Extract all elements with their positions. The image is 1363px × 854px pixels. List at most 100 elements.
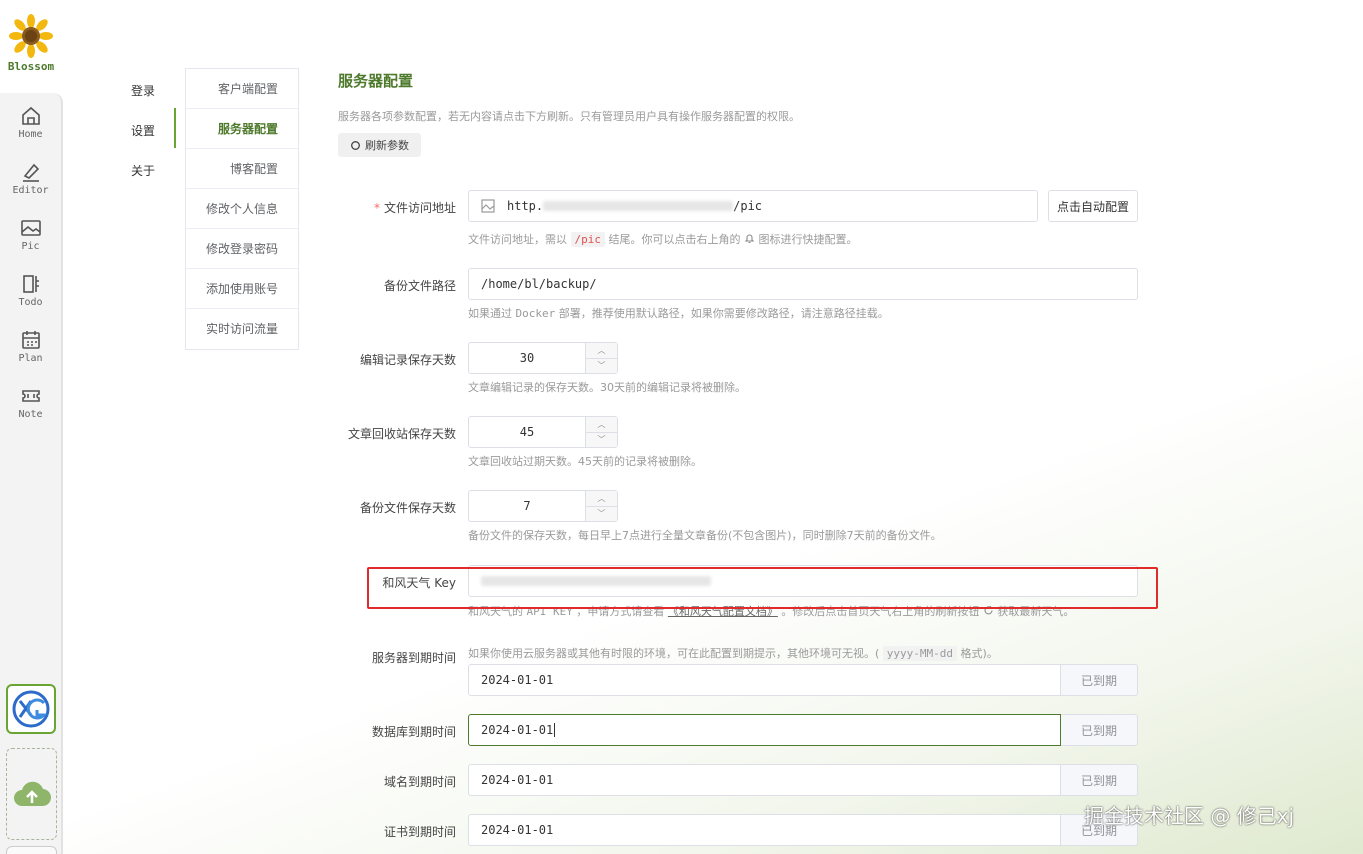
recycle-days-value[interactable]: 45: [469, 417, 585, 447]
nav-note-label: Note: [18, 409, 43, 420]
file-url-hint-code: /pic: [570, 232, 605, 247]
file-url-label: * 文件访问地址: [296, 199, 456, 216]
refresh-button[interactable]: 刷新参数: [338, 133, 421, 157]
decrement-icon[interactable]: ﹀: [586, 431, 617, 447]
edit-days-hint: 文章编辑记录的保存天数。30天前的编辑记录将被删除。: [468, 381, 746, 394]
category-active-indicator: [174, 108, 176, 148]
cert-expire-label: 证书到期时间: [383, 825, 456, 839]
server-expire-hint-b: 格式)。: [960, 647, 998, 660]
category-about[interactable]: 关于: [131, 162, 155, 179]
backup-path-hint-b: 部署，推荐使用默认路径，如果你需要修改路径，请注意路径挂载。: [558, 307, 889, 320]
server-expire-hint-code: yyyy-MM-dd: [882, 646, 958, 661]
backup-days-stepper[interactable]: 7 ︿ ﹀: [468, 490, 618, 522]
backup-path-label: 备份文件路径: [383, 279, 456, 293]
recycle-days-hint: 文章回收站过期天数。45天前的记录将被删除。: [468, 455, 702, 468]
nav-editor-label: Editor: [12, 185, 49, 196]
picture-icon: [20, 220, 41, 236]
cert-expire-input[interactable]: 2024-01-01: [468, 814, 1061, 846]
increment-icon[interactable]: ︿: [586, 491, 617, 506]
page-title: 服务器配置: [338, 72, 414, 90]
decrement-icon[interactable]: ﹀: [586, 505, 617, 521]
left-rail: Blossom Home Editor Pic Todo Plan Note: [0, 0, 64, 854]
backup-days-hint: 备份文件的保存天数，每日早上7点进行全量文章备份(不包含图片)，同时删除7天前的…: [468, 529, 942, 542]
category-settings[interactable]: 设置: [131, 122, 155, 139]
sunflower-icon: [9, 14, 53, 58]
nav-plan-label: Plan: [18, 353, 43, 364]
cert-expire-group: 2024-01-01 已到期: [468, 814, 1138, 846]
increment-icon[interactable]: ︿: [586, 343, 617, 358]
app-logo[interactable]: Blossom: [0, 14, 62, 73]
edit-days-stepper[interactable]: 30 ︿ ﹀: [468, 342, 618, 374]
increment-icon[interactable]: ︿: [586, 417, 617, 432]
domain-expire-group: 2024-01-01 已到期: [468, 764, 1138, 796]
required-mark: *: [373, 201, 380, 215]
backup-path-hint-a: 如果通过: [468, 307, 512, 320]
server-expire-hint-a: 如果你使用云服务器或其他有时限的环境，可在此配置到期提示，其他环境可无视。(: [468, 647, 880, 660]
highlight-annotation-box: [367, 567, 1158, 609]
submenu-edit-profile[interactable]: 修改个人信息: [186, 189, 298, 229]
nav-editor[interactable]: Editor: [0, 161, 61, 213]
backup-path-input[interactable]: /home/bl/backup/: [468, 268, 1138, 300]
nav-todo[interactable]: Todo: [0, 273, 61, 325]
page-description: 服务器各项参数配置，若无内容请点击下方刷新。只有管理员用户具有操作服务器配置的权…: [338, 110, 800, 123]
bell-icon: [744, 234, 755, 244]
file-url-hint-c: 图标进行快捷配置。: [758, 233, 858, 246]
nav-todo-label: Todo: [18, 297, 43, 308]
backup-days-value[interactable]: 7: [469, 491, 585, 521]
file-url-hint-a: 文件访问地址，需以: [468, 233, 567, 246]
db-expire-status: 已到期: [1061, 714, 1138, 746]
file-url-hint: 文件访问地址，需以 /pic 结尾。你可以点击右上角的 图标进行快捷配置。: [468, 231, 858, 247]
submenu-server-config[interactable]: 服务器配置: [186, 109, 298, 149]
image-icon: [481, 199, 495, 213]
edit-days-label: 编辑记录保存天数: [359, 353, 456, 367]
file-url-hint-b: 结尾。你可以点击右上角的: [608, 233, 741, 246]
rail-bottom-item[interactable]: [6, 846, 57, 854]
backup-days-label: 备份文件保存天数: [359, 501, 456, 515]
submenu-change-password[interactable]: 修改登录密码: [186, 229, 298, 269]
todo-icon: [22, 275, 39, 293]
redacted-host: [543, 201, 734, 211]
refresh-label: 刷新参数: [365, 140, 409, 152]
backup-path-hint: 如果通过 Docker 部署，推荐使用默认路径，如果你需要修改路径，请注意路径挂…: [468, 305, 889, 321]
submenu-add-account[interactable]: 添加使用账号: [186, 269, 298, 309]
ticket-icon: [21, 390, 40, 402]
db-expire-input[interactable]: 2024-01-01: [468, 714, 1061, 746]
nav-home[interactable]: Home: [0, 105, 61, 157]
file-url-input[interactable]: http. /pic: [468, 190, 1038, 222]
settings-submenu: 客户端配置 服务器配置 博客配置 修改个人信息 修改登录密码 添加使用账号 实时…: [185, 68, 299, 350]
calendar-icon: [21, 331, 40, 349]
db-expire-value: 2024-01-01: [481, 723, 554, 737]
app-name: Blossom: [7, 60, 55, 73]
server-expire-status: 已到期: [1061, 664, 1138, 696]
domain-expire-input[interactable]: 2024-01-01: [468, 764, 1061, 796]
server-expire-group: 2024-01-01 已到期: [468, 664, 1138, 696]
avatar-logo-icon: [12, 690, 50, 728]
file-url-label-text: 文件访问地址: [383, 201, 456, 215]
domain-expire-label: 域名到期时间: [383, 775, 456, 789]
db-expire-label: 数据库到期时间: [371, 725, 456, 739]
server-expire-input[interactable]: 2024-01-01: [468, 664, 1061, 696]
file-url-value-suffix: /pic: [733, 199, 763, 213]
auto-config-button[interactable]: 点击自动配置: [1048, 190, 1138, 222]
avatar[interactable]: [6, 684, 56, 734]
watermark: 掘金技术社区 @ 修己xj: [1084, 804, 1295, 828]
recycle-days-stepper[interactable]: 45 ︿ ﹀: [468, 416, 618, 448]
file-url-value-prefix: http.: [507, 199, 544, 213]
submenu-blog-config[interactable]: 博客配置: [186, 149, 298, 189]
recycle-days-label: 文章回收站保存天数: [347, 427, 456, 441]
nav-pic[interactable]: Pic: [0, 217, 61, 269]
submenu-client-config[interactable]: 客户端配置: [186, 69, 298, 109]
upload-area[interactable]: [6, 748, 57, 840]
db-expire-group: 2024-01-01 已到期: [468, 714, 1138, 746]
nav-plan[interactable]: Plan: [0, 329, 61, 381]
backup-path-hint-code: Docker: [515, 307, 556, 320]
decrement-icon[interactable]: ﹀: [586, 357, 617, 373]
nav-pic-label: Pic: [21, 241, 40, 252]
category-login[interactable]: 登录: [131, 82, 155, 99]
nav-note[interactable]: Note: [0, 385, 61, 437]
nav-home-label: Home: [18, 129, 43, 140]
edit-days-value[interactable]: 30: [469, 343, 585, 373]
home-icon: [21, 106, 40, 125]
server-expire-label: 服务器到期时间: [371, 651, 456, 665]
submenu-traffic[interactable]: 实时访问流量: [186, 309, 298, 349]
